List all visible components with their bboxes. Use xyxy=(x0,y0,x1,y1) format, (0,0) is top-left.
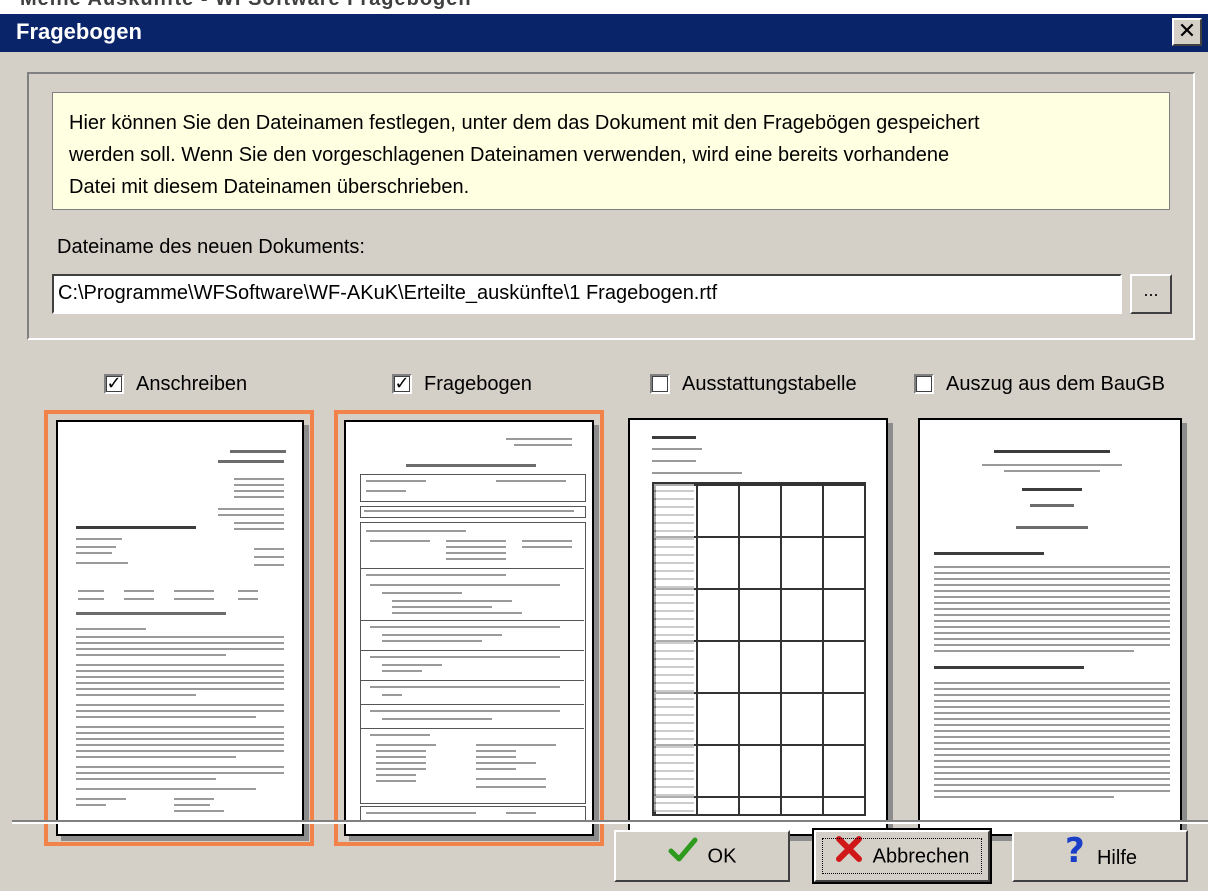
info-line: Hier können Sie den Dateinamen festlegen… xyxy=(69,112,980,134)
preview-ausstattungstabelle[interactable] xyxy=(624,410,894,846)
checkbox-auszug-baugb[interactable]: Auszug aus dem BauGB xyxy=(914,372,1165,396)
checkbox-box[interactable]: ✓ xyxy=(392,374,412,394)
close-button[interactable]: ✕ xyxy=(1172,18,1202,46)
document-thumbnail xyxy=(344,420,594,836)
dialog-titlebar[interactable]: Fragebogen ✕ xyxy=(0,14,1208,52)
browse-button[interactable]: ... xyxy=(1130,274,1172,314)
preview-auszug-baugb[interactable] xyxy=(914,410,1184,846)
checkbox-label: Fragebogen xyxy=(424,373,532,395)
background-window-title: Meine Auskunfte - WFSoftware Fragebogen xyxy=(20,0,472,11)
checkbox-ausstattungstabelle[interactable]: Ausstattungstabelle xyxy=(650,372,857,396)
filename-input[interactable]: C:\Programme\WFSoftware\WF-AKuK\Erteilte… xyxy=(52,274,1122,314)
dialog-title: Fragebogen xyxy=(16,19,142,44)
cancel-button[interactable]: Abbrechen xyxy=(812,828,992,884)
cross-icon xyxy=(835,833,863,881)
help-button[interactable]: ? Hilfe xyxy=(1012,830,1188,882)
preview-fragebogen[interactable] xyxy=(334,410,604,846)
checkmark-icon xyxy=(668,833,698,881)
info-box: Hier können Sie den Dateinamen festlegen… xyxy=(52,92,1170,210)
cancel-button-label: Abbrechen xyxy=(872,845,970,868)
checkbox-fragebogen[interactable]: ✓ Fragebogen xyxy=(392,372,532,396)
document-thumbnail xyxy=(628,418,888,836)
document-thumbnail xyxy=(918,418,1182,836)
document-thumbnail xyxy=(56,420,304,836)
check-icon: ✓ xyxy=(394,373,410,394)
checkbox-box[interactable] xyxy=(914,374,934,394)
checkbox-box[interactable] xyxy=(650,374,670,394)
info-line: Datei mit diesem Dateinamen überschriebe… xyxy=(69,176,470,198)
filename-label: Dateiname des neuen Dokuments: xyxy=(57,236,365,258)
close-icon: ✕ xyxy=(1177,19,1197,44)
background-window-strip: Meine Auskunfte - WFSoftware Fragebogen xyxy=(0,0,1208,14)
help-button-label: Hilfe xyxy=(1096,847,1137,869)
preview-anschreiben[interactable] xyxy=(44,410,314,846)
info-line: werden soll. Wenn Sie den vorgeschlagene… xyxy=(69,144,950,166)
checkbox-label: Anschreiben xyxy=(136,373,248,395)
button-separator xyxy=(12,820,1208,824)
check-icon: ✓ xyxy=(106,373,122,394)
ok-button-label: OK xyxy=(707,845,737,868)
checkbox-box[interactable]: ✓ xyxy=(104,374,124,394)
svg-text:?: ? xyxy=(1065,832,1085,866)
ok-button[interactable]: OK xyxy=(614,830,790,882)
checkbox-anschreiben[interactable]: ✓ Anschreiben xyxy=(104,372,247,396)
checkbox-label: Ausstattungstabelle xyxy=(682,373,857,395)
checkbox-label: Auszug aus dem BauGB xyxy=(946,373,1166,395)
question-icon: ? xyxy=(1063,831,1087,884)
